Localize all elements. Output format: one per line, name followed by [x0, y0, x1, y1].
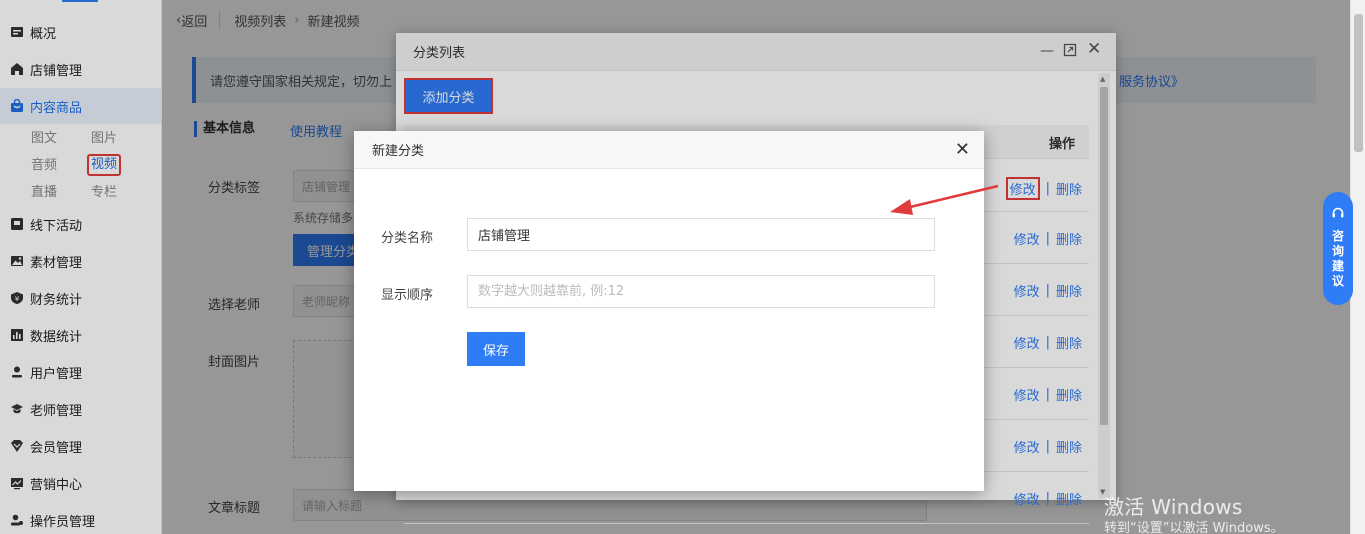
save-button[interactable]: 保存	[467, 332, 525, 366]
consult-char: 建	[1331, 259, 1344, 273]
category-name-label: 分类名称	[381, 231, 434, 246]
display-order-input[interactable]	[467, 275, 935, 308]
activation-watermark-title: 激活 Windows	[1104, 495, 1243, 519]
close-icon[interactable]: ✕	[955, 140, 970, 160]
headset-icon	[1331, 206, 1345, 224]
annotation-arrow-icon	[890, 184, 999, 215]
activation-watermark-text: 转到“设置”以激活 Windows。	[1104, 521, 1284, 534]
dialog-header: 新建分类	[354, 131, 984, 169]
consult-char: 咨	[1331, 229, 1344, 243]
consult-char: 议	[1331, 274, 1344, 288]
page-scrollbar-thumb[interactable]	[1354, 14, 1363, 152]
dialog-title: 新建分类	[372, 144, 425, 159]
consult-char: 询	[1331, 244, 1344, 258]
category-name-input[interactable]	[467, 218, 935, 251]
display-order-label: 显示顺序	[381, 288, 434, 303]
consult-button[interactable]: 咨 询 建 议	[1323, 192, 1353, 305]
